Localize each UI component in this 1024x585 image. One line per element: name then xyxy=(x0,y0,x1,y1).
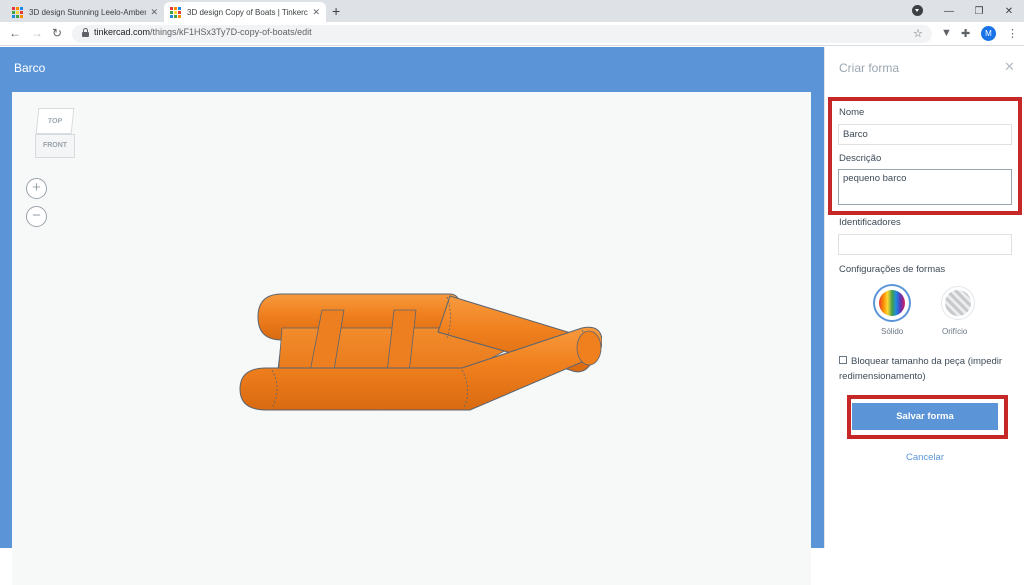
name-label: Nome xyxy=(839,107,865,118)
close-window-button[interactable]: ✕ xyxy=(994,6,1024,17)
bookmark-star-icon[interactable]: ☆ xyxy=(913,27,923,40)
boat-tube-cap xyxy=(576,330,602,366)
url-path: /things/kF1HSx3Ty7D-copy-of-boats/edit xyxy=(150,27,312,37)
avatar[interactable]: M xyxy=(981,26,996,41)
create-shape-panel: Criar forma ✕ Nome Descrição pequeno bar… xyxy=(824,47,1024,548)
back-arrow-icon[interactable]: ← xyxy=(9,26,21,40)
shape-settings-label: Configurações de formas xyxy=(839,264,946,275)
forward-arrow-icon[interactable]: → xyxy=(31,26,43,40)
zoom-out-button[interactable]: − xyxy=(26,206,47,227)
cancel-link[interactable]: Cancelar xyxy=(825,452,1024,463)
name-field[interactable] xyxy=(838,124,1012,145)
save-shape-button[interactable]: Salvar forma xyxy=(852,403,998,430)
tags-label: Identificadores xyxy=(839,217,901,228)
maximize-button[interactable]: ❐ xyxy=(964,6,994,17)
tags-field[interactable] xyxy=(838,234,1012,255)
url-text[interactable]: tinkercad.com/things/kF1HSx3Ty7D-copy-of… xyxy=(94,27,312,37)
extension-filter-icon[interactable]: ▼ xyxy=(941,27,952,39)
editor-workspace: Barco TOP FRONT + − xyxy=(0,47,824,585)
zoom-in-button[interactable]: + xyxy=(26,178,47,199)
view-cube[interactable]: TOP FRONT xyxy=(33,108,77,162)
tinkercad-favicon-icon xyxy=(12,6,23,18)
more-menu-icon[interactable]: ⋮ xyxy=(1007,27,1018,40)
3d-viewport[interactable]: TOP FRONT + − xyxy=(12,92,811,585)
tab-title: 3D design Stunning Leelo-Amber xyxy=(29,7,147,17)
minimize-button[interactable]: — xyxy=(934,6,964,17)
view-cube-front[interactable]: FRONT xyxy=(35,134,75,158)
hole-option-icon[interactable] xyxy=(941,286,975,320)
lock-icon[interactable] xyxy=(82,28,89,37)
window-controls: — ❐ ✕ xyxy=(934,0,1024,22)
extensions-puzzle-icon[interactable]: ✚ xyxy=(961,27,970,40)
solid-label: Sólido xyxy=(881,327,904,336)
description-label: Descrição xyxy=(839,153,882,164)
solid-option-icon[interactable] xyxy=(875,286,909,320)
browser-tab-active[interactable]: 3D design Copy of Boats | Tinkercad ✕ xyxy=(164,2,326,22)
tinkercad-favicon-icon xyxy=(170,6,181,18)
tab-search-icon[interactable] xyxy=(912,5,923,16)
address-bar: ← → ↻ tinkercad.com/things/kF1HSx3Ty7D-c… xyxy=(0,22,1024,46)
panel-title: Criar forma xyxy=(839,61,900,75)
new-tab-button[interactable]: + xyxy=(332,3,340,19)
tab-title: 3D design Copy of Boats | Tinkercad xyxy=(187,7,309,17)
boat-model[interactable] xyxy=(222,242,602,412)
view-cube-top[interactable]: TOP xyxy=(35,108,75,134)
tab-close-icon[interactable]: ✕ xyxy=(150,7,158,18)
lock-size-label[interactable]: Bloquear tamanho da peça (impedir redime… xyxy=(839,354,1014,384)
url-host: tinkercad.com xyxy=(94,27,151,37)
browser-tab[interactable]: 3D design Stunning Leelo-Amber ✕ xyxy=(6,2,164,22)
reload-icon[interactable]: ↻ xyxy=(52,26,62,40)
description-field[interactable]: pequeno barco xyxy=(838,169,1012,205)
browser-tab-bar: 3D design Stunning Leelo-Amber ✕ 3D desi… xyxy=(0,0,1024,22)
design-title: Barco xyxy=(14,61,46,75)
hole-label: Orifício xyxy=(942,327,968,336)
close-icon[interactable]: ✕ xyxy=(1004,59,1015,75)
tab-close-icon[interactable]: ✕ xyxy=(312,7,320,18)
